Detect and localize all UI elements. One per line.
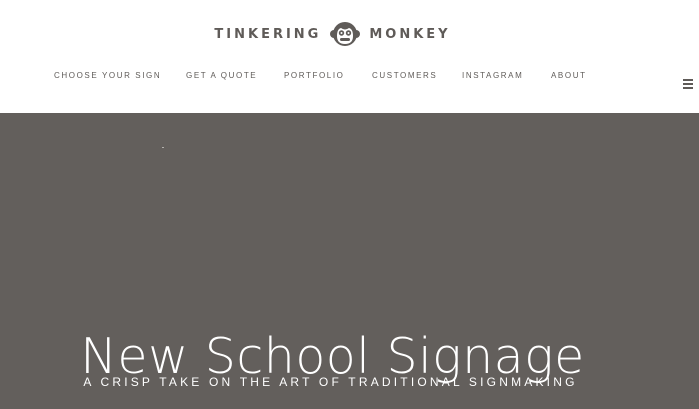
site-logo[interactable]: TINKERING MONKEY — [0, 18, 665, 50]
monkey-face-icon — [330, 22, 361, 46]
nav-item-get-a-quote[interactable]: GET A QUOTE — [186, 68, 257, 84]
hero-subtitle: A CRISP TAKE ON THE ART OF TRADITIONAL S… — [83, 375, 578, 389]
hero-banner: New School Signage A CRISP TAKE ON THE A… — [0, 113, 699, 409]
menu-bar — [683, 79, 693, 81]
main-nav: CHOOSE YOUR SIGN GET A QUOTE PORTFOLIO C… — [0, 68, 640, 84]
menu-bar — [683, 87, 693, 89]
nav-item-choose-your-sign[interactable]: CHOOSE YOUR SIGN — [54, 68, 161, 84]
nav-item-customers[interactable]: CUSTOMERS — [372, 68, 437, 84]
logo-text-right: MONKEY — [369, 26, 451, 42]
hero-speck — [162, 147, 164, 148]
site-header: TINKERING MONKEY CHOOSE YOUR SIGN GET A … — [0, 0, 699, 113]
hamburger-menu-icon[interactable] — [682, 79, 694, 91]
logo-text-left: TINKERING — [214, 26, 322, 42]
nav-item-about[interactable]: ABOUT — [551, 68, 587, 84]
menu-bar — [683, 83, 693, 85]
nav-item-instagram[interactable]: INSTAGRAM — [462, 68, 523, 84]
nav-item-portfolio[interactable]: PORTFOLIO — [284, 68, 344, 84]
